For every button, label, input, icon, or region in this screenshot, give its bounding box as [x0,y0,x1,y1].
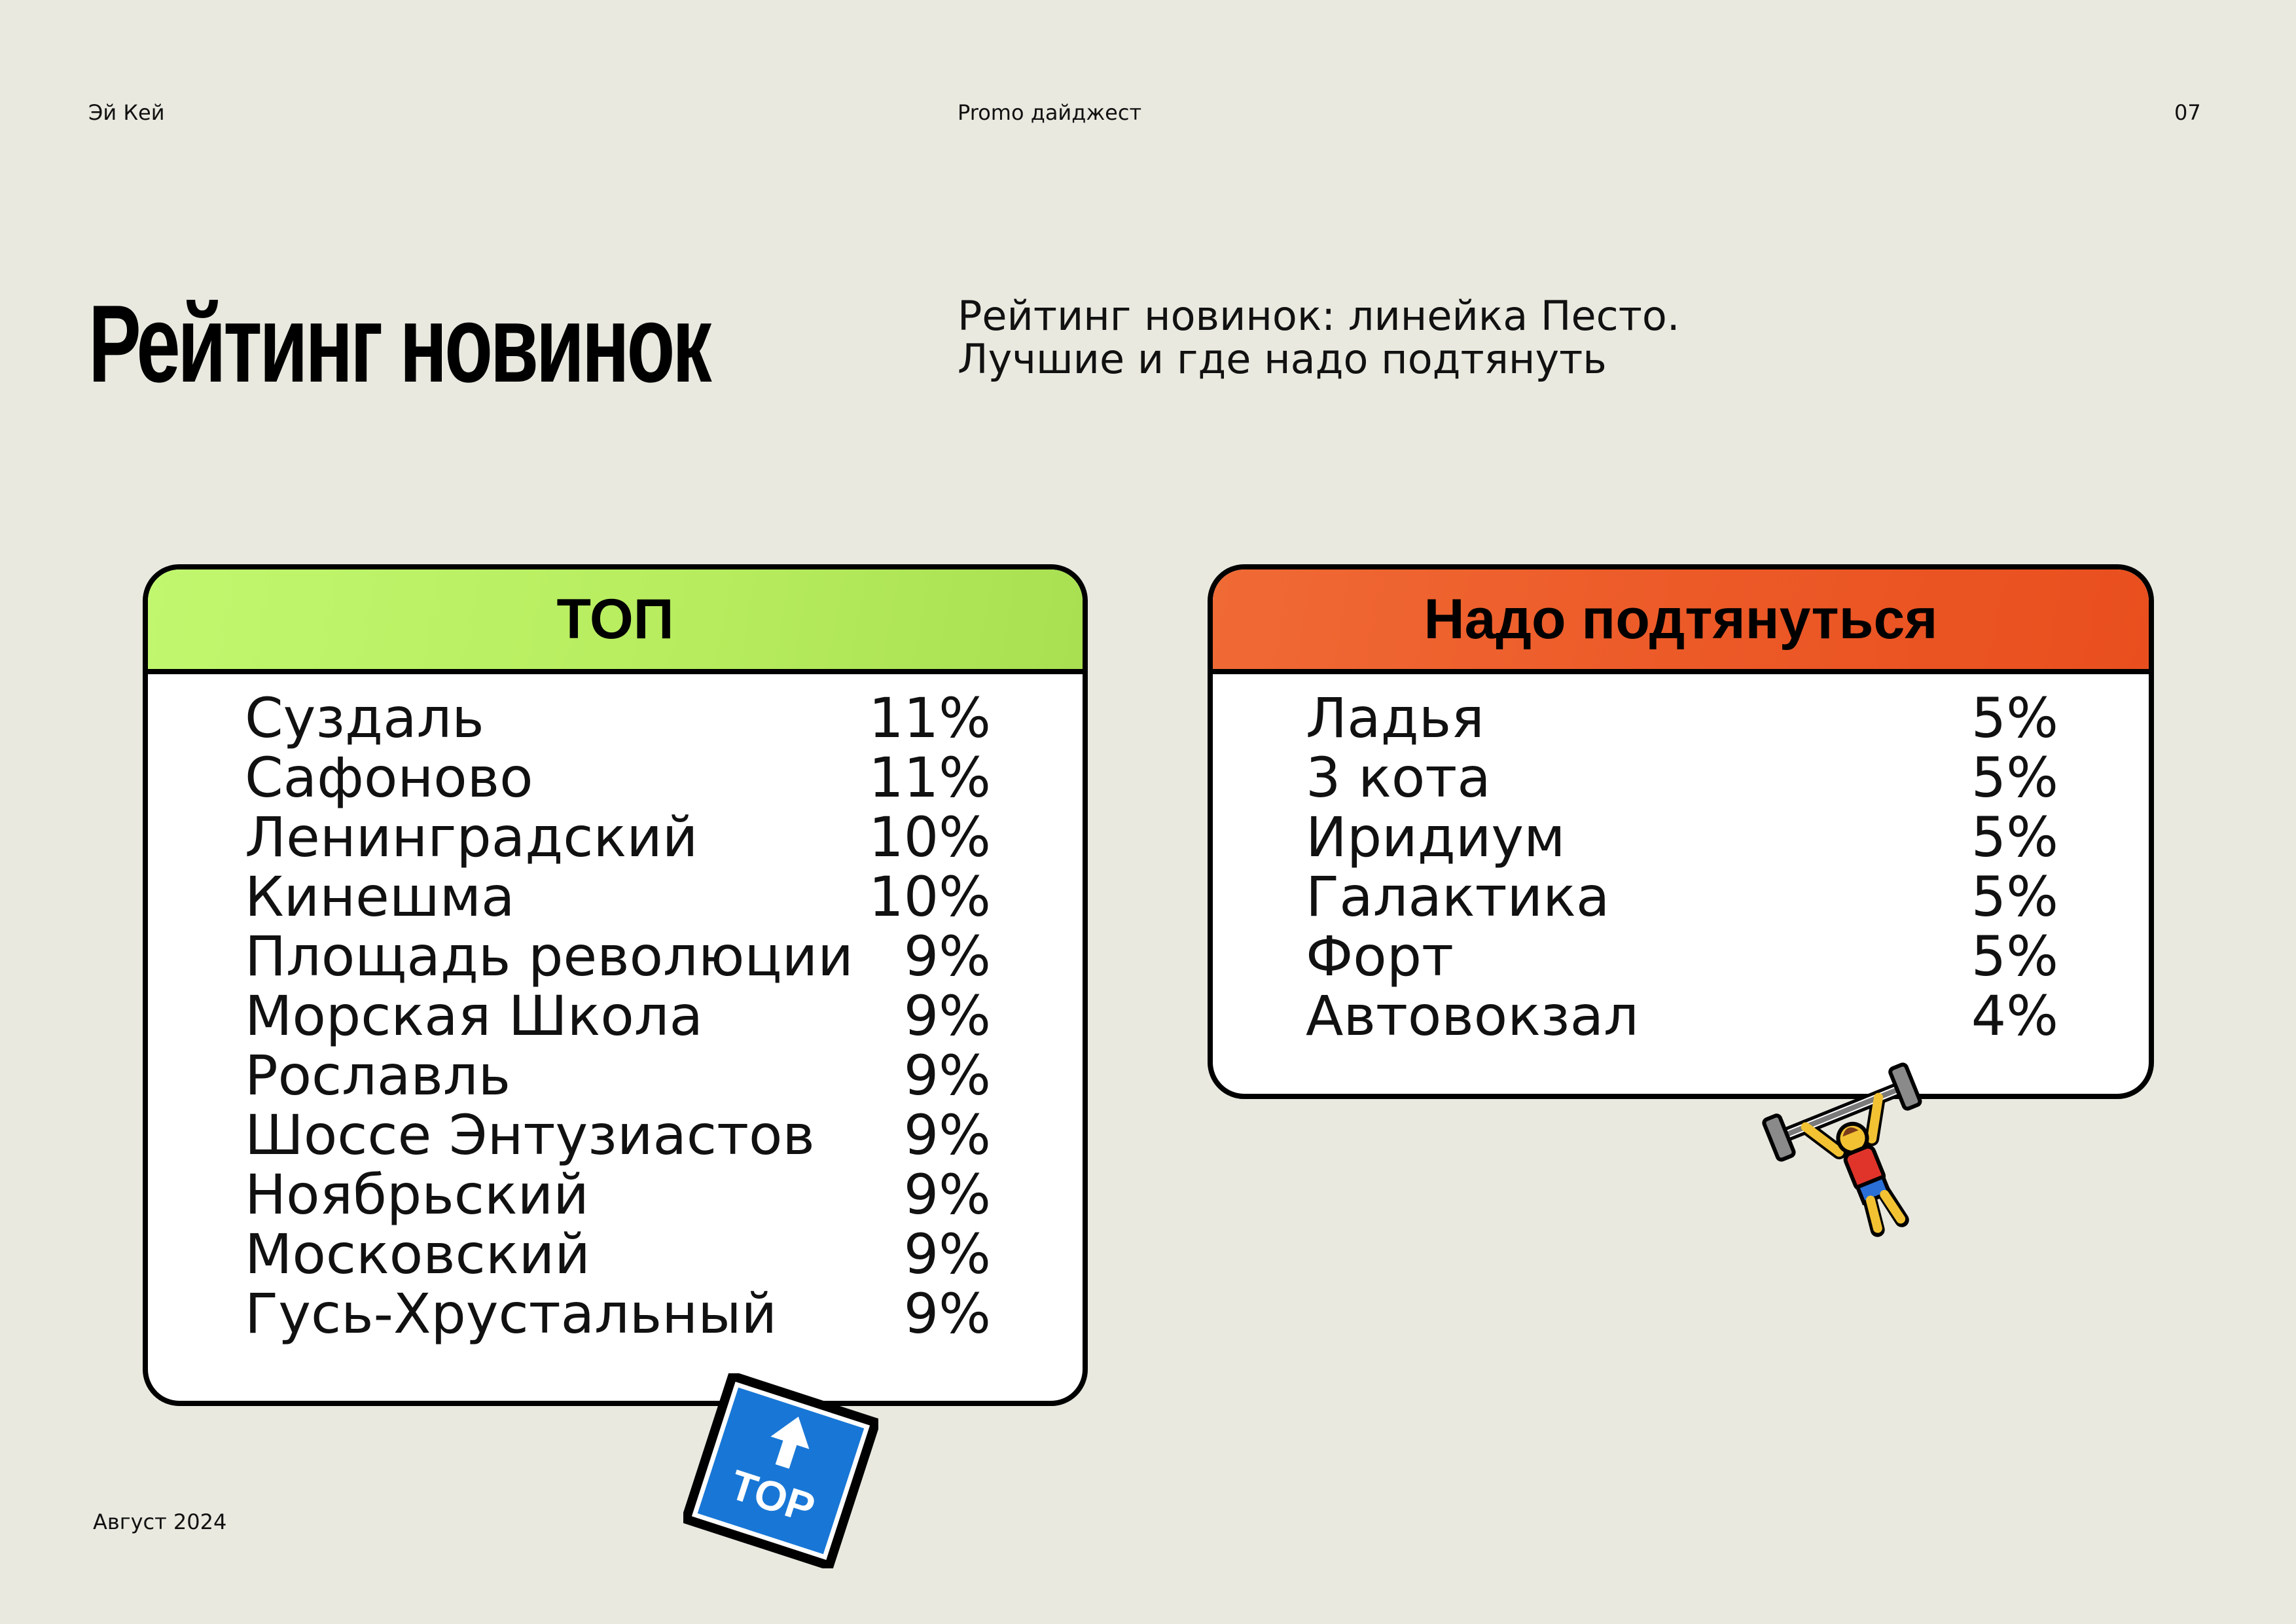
store-name: Галактика [1306,865,1610,929]
page-subtitle: Рейтинг новинок: линейка Песто. Лучшие и… [958,295,1680,381]
store-name: Автовокзал [1306,984,1639,1048]
list-item: 3 кота 5% [1213,748,2149,808]
store-percent: 9% [903,984,991,1048]
digest-label: Promo дайджест [958,100,1142,125]
page-title: Рейтинг новинок [88,282,712,405]
weak-card-heading: Надо подтянуться [1213,569,2149,674]
store-percent: 5% [1971,805,2058,869]
list-item: Сафоново 11% [148,748,1083,808]
store-percent: 5% [1971,924,2058,988]
needs-improvement-card: Надо подтянуться Ладья 5% 3 кота 5% Иридиу… [1208,564,2154,1099]
list-item: Галактика 5% [1213,867,2149,927]
list-item: Гусь-Хрустальный 9% [148,1284,1083,1344]
store-name: Сафоново [245,746,533,810]
weightlifter-icon [1761,1047,1950,1244]
store-name: Гусь-Хрустальный [245,1282,778,1346]
store-percent: 9% [903,1163,991,1227]
list-item: Кинешма 10% [148,867,1083,927]
subtitle-line-2: Лучшие и где надо подтянуть [958,335,1607,383]
store-percent: 9% [903,1043,991,1108]
store-percent: 11% [869,686,991,750]
store-percent: 5% [1971,865,2058,929]
store-name: Суздаль [245,686,484,750]
store-name: Площадь революции [245,924,853,988]
footer-date: Август 2024 [93,1509,227,1534]
list-item: Иридиум 5% [1213,808,2149,867]
list-item: Площадь революции 9% [148,927,1083,986]
list-item: Московский 9% [148,1225,1083,1284]
store-name: Ноябрьский [245,1163,589,1227]
store-name: Московский [245,1222,590,1286]
store-name: Форт [1306,924,1454,988]
store-percent: 9% [903,1282,991,1346]
page-number: 07 [2174,100,2201,125]
list-item: Рославль 9% [148,1046,1083,1106]
list-item: Суздаль 11% [148,689,1083,748]
top-arrow-icon: TOP [680,1370,882,1572]
store-percent: 10% [869,865,991,929]
store-percent: 9% [903,1222,991,1286]
list-item: Форт 5% [1213,927,2149,986]
store-percent: 5% [1971,686,2058,750]
store-name: Рославль [245,1043,511,1108]
store-name: Иридиум [1306,805,1566,869]
store-name: 3 кота [1306,746,1491,810]
store-percent: 11% [869,746,991,810]
store-name: Шоссе Энтузиастов [245,1103,815,1167]
store-name: Ладья [1306,686,1484,750]
top-card-heading: ТОП [148,569,1083,674]
list-item: Шоссе Энтузиастов 9% [148,1106,1083,1165]
top-ranking-list: Суздаль 11% Сафоново 11% Ленинградский 10% … [148,689,1083,1344]
list-item: Морская Школа 9% [148,986,1083,1046]
list-item: Ладья 5% [1213,689,2149,748]
store-percent: 10% [869,805,991,869]
store-percent: 9% [903,1103,991,1167]
store-name: Ленинградский [245,805,698,869]
list-item: Ленинградский 10% [148,808,1083,867]
store-name: Морская Школа [245,984,703,1048]
list-item: Автовокзал 4% [1213,986,2149,1046]
brand-name: Эй Кей [88,100,165,125]
subtitle-line-1: Рейтинг новинок: линейка Песто. [958,292,1680,340]
list-item: Ноябрьский 9% [148,1165,1083,1225]
weak-ranking-list: Ладья 5% 3 кота 5% Иридиум 5% Галактика 5% Ф… [1213,689,2149,1046]
store-percent: 4% [1971,984,2058,1048]
store-percent: 5% [1971,746,2058,810]
top-ranking-card: ТОП Суздаль 11% Сафоново 11% Ленинградский… [143,564,1088,1406]
store-name: Кинешма [245,865,515,929]
store-percent: 9% [903,924,991,988]
